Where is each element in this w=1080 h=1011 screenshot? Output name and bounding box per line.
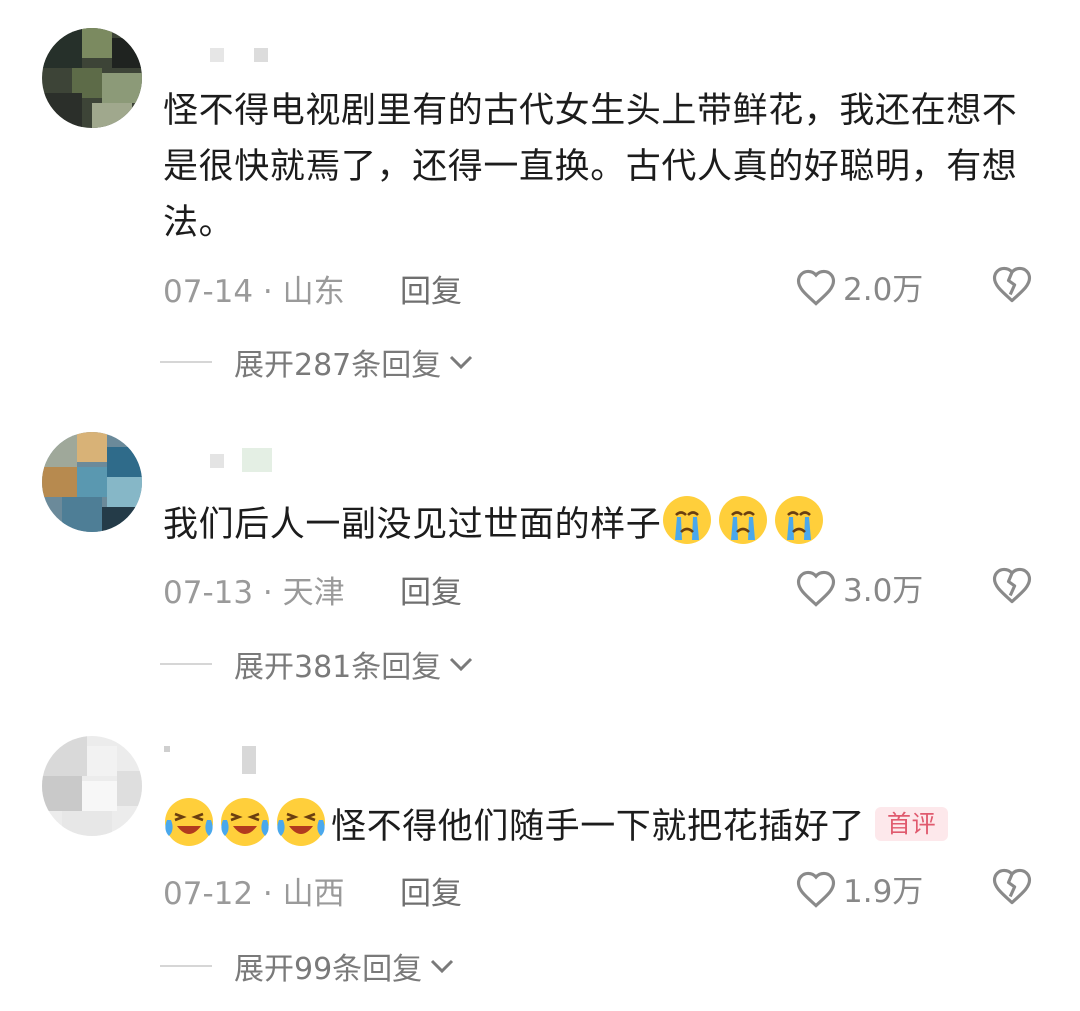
username-redacted[interactable] [170,446,290,476]
dislike-button[interactable] [991,866,1033,914]
like-count: 3.0万 [843,573,924,609]
username-redacted[interactable] [170,40,290,70]
like-button[interactable]: 2.0万 [795,264,923,309]
dislike-button[interactable] [991,565,1033,613]
crying-emoji-icon [775,496,824,544]
comment-text: 怪不得电视剧里有的古代女生头上带鲜花，我还在想不是很快就焉了，还得一直换。古代人… [163,83,1033,251]
comment-body: 怪不得电视剧里有的古代女生头上带鲜花，我还在想不是很快就焉了，还得一直换。古代人… [163,91,1018,243]
divider-line [160,361,212,363]
like-button[interactable]: 3.0万 [795,565,923,610]
date-location: 07-13 · 天津 [163,575,345,611]
chevron-down-icon[interactable] [428,956,456,976]
reply-button[interactable]: 回复 [400,266,462,311]
broken-heart-icon [992,868,1032,905]
heart-icon [796,570,836,607]
broken-heart-icon [992,266,1032,303]
avatar[interactable] [42,432,142,532]
like-count: 2.0万 [843,272,924,308]
avatar[interactable] [42,736,142,836]
expand-replies: 展开99条回复 [160,944,456,988]
laugh-cry-emoji-icon [165,798,213,846]
laugh-cry-emoji-icon [277,798,325,846]
comment-meta: 07-12 · 山西 回复 1.9万 [163,866,1033,913]
username-redacted[interactable] [164,746,290,776]
expand-replies: 展开381条回复 [160,642,475,686]
date-location: 07-12 · 山西 [163,876,345,912]
first-comment-badge: 首评 [875,807,949,841]
comment-body: 我们后人一副没见过世面的样子 [163,505,662,545]
broken-heart-icon [992,567,1032,604]
heart-icon [796,269,836,306]
heart-icon [796,871,836,908]
expand-replies: 展开287条回复 [160,340,475,384]
comment-meta: 07-14 · 山东 回复 2.0万 [163,264,1033,311]
laugh-cry-emoji-icon [221,798,269,846]
reply-button[interactable]: 回复 [400,868,462,913]
like-button[interactable]: 1.9万 [795,866,923,911]
comment-body: 怪不得他们随手一下就把花插好了 [331,807,866,847]
expand-replies-button[interactable]: 展开287条回复 [234,340,441,384]
chevron-down-icon[interactable] [447,654,475,674]
divider-line [160,663,212,665]
expand-replies-button[interactable]: 展开99条回复 [234,944,422,988]
comment-text: 怪不得他们随手一下就把花插好了 首评 [163,796,1033,855]
avatar[interactable] [42,28,142,128]
dislike-button[interactable] [991,264,1033,312]
reply-button[interactable]: 回复 [400,567,462,612]
date-location: 07-14 · 山东 [163,274,345,310]
expand-replies-button[interactable]: 展开381条回复 [234,642,441,686]
like-count: 1.9万 [843,874,924,910]
chevron-down-icon[interactable] [447,352,475,372]
crying-emoji-icon [663,496,712,544]
comment-meta: 07-13 · 天津 回复 3.0万 [163,565,1033,612]
divider-line [160,965,212,967]
crying-emoji-icon [719,496,768,544]
comment-text: 我们后人一副没见过世面的样子 [163,494,1033,553]
